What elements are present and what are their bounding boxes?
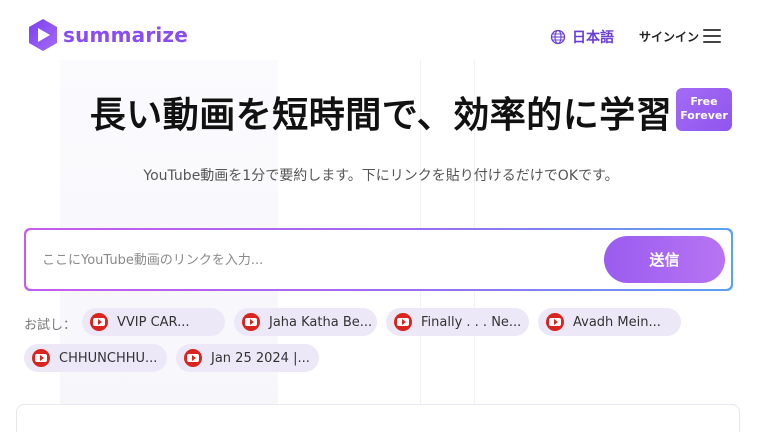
sample-video-title: Jaha Katha Be...	[269, 314, 373, 330]
sample-video-chip[interactable]: Avadh Mein...	[538, 308, 681, 336]
sample-video-chip[interactable]: CHHUNCHHU...	[24, 344, 167, 372]
sample-video-title: Finally . . . Ne...	[421, 314, 522, 330]
language-label: 日本語	[572, 30, 614, 46]
youtube-icon	[32, 349, 50, 367]
signin-link[interactable]: サインイン	[639, 28, 699, 45]
free-forever-badge: Free Forever	[676, 88, 732, 131]
badge-line-1: Free	[690, 95, 718, 108]
sample-video-chip[interactable]: Finally . . . Ne...	[386, 308, 529, 336]
sample-video-chip[interactable]: VVIP CAR...	[82, 308, 225, 336]
logo-play-icon	[29, 19, 57, 51]
youtube-icon	[242, 313, 260, 331]
youtube-icon	[546, 313, 564, 331]
language-selector[interactable]: 日本語	[550, 27, 614, 47]
hero-subtitle: YouTube動画を1分で要約します。下にリンクを貼り付けるだけでOKです。	[143, 168, 619, 184]
search-box-inner: 送信	[26, 230, 731, 289]
logo-text: summarize	[63, 23, 189, 47]
logo[interactable]: summarize	[26, 18, 188, 52]
sample-video-chip[interactable]: Jan 25 2024 |...	[176, 344, 319, 372]
hamburger-menu-icon[interactable]	[703, 29, 721, 43]
sample-video-title: VVIP CAR...	[117, 314, 190, 330]
sample-video-title: Jan 25 2024 |...	[211, 350, 310, 366]
top-header: summarize 日本語 サインイン	[0, 0, 762, 70]
globe-icon	[550, 29, 566, 45]
youtube-link-input[interactable]	[42, 250, 602, 270]
youtube-icon	[90, 313, 108, 331]
youtube-icon	[394, 313, 412, 331]
search-box: 送信	[24, 228, 733, 291]
sample-video-title: Avadh Mein...	[573, 314, 661, 330]
badge-line-2: Forever	[680, 109, 728, 122]
try-samples-label: お試し：	[24, 318, 77, 333]
youtube-icon	[184, 349, 202, 367]
sample-video-title: CHHUNCHHU...	[59, 350, 158, 366]
hero-title: 長い動画を短時間で、効率的に学習	[89, 95, 673, 136]
submit-button[interactable]: 送信	[604, 236, 725, 283]
sample-video-chip[interactable]: Jaha Katha Be...	[234, 308, 377, 336]
summary-card	[16, 404, 740, 432]
card-actions	[655, 427, 715, 432]
